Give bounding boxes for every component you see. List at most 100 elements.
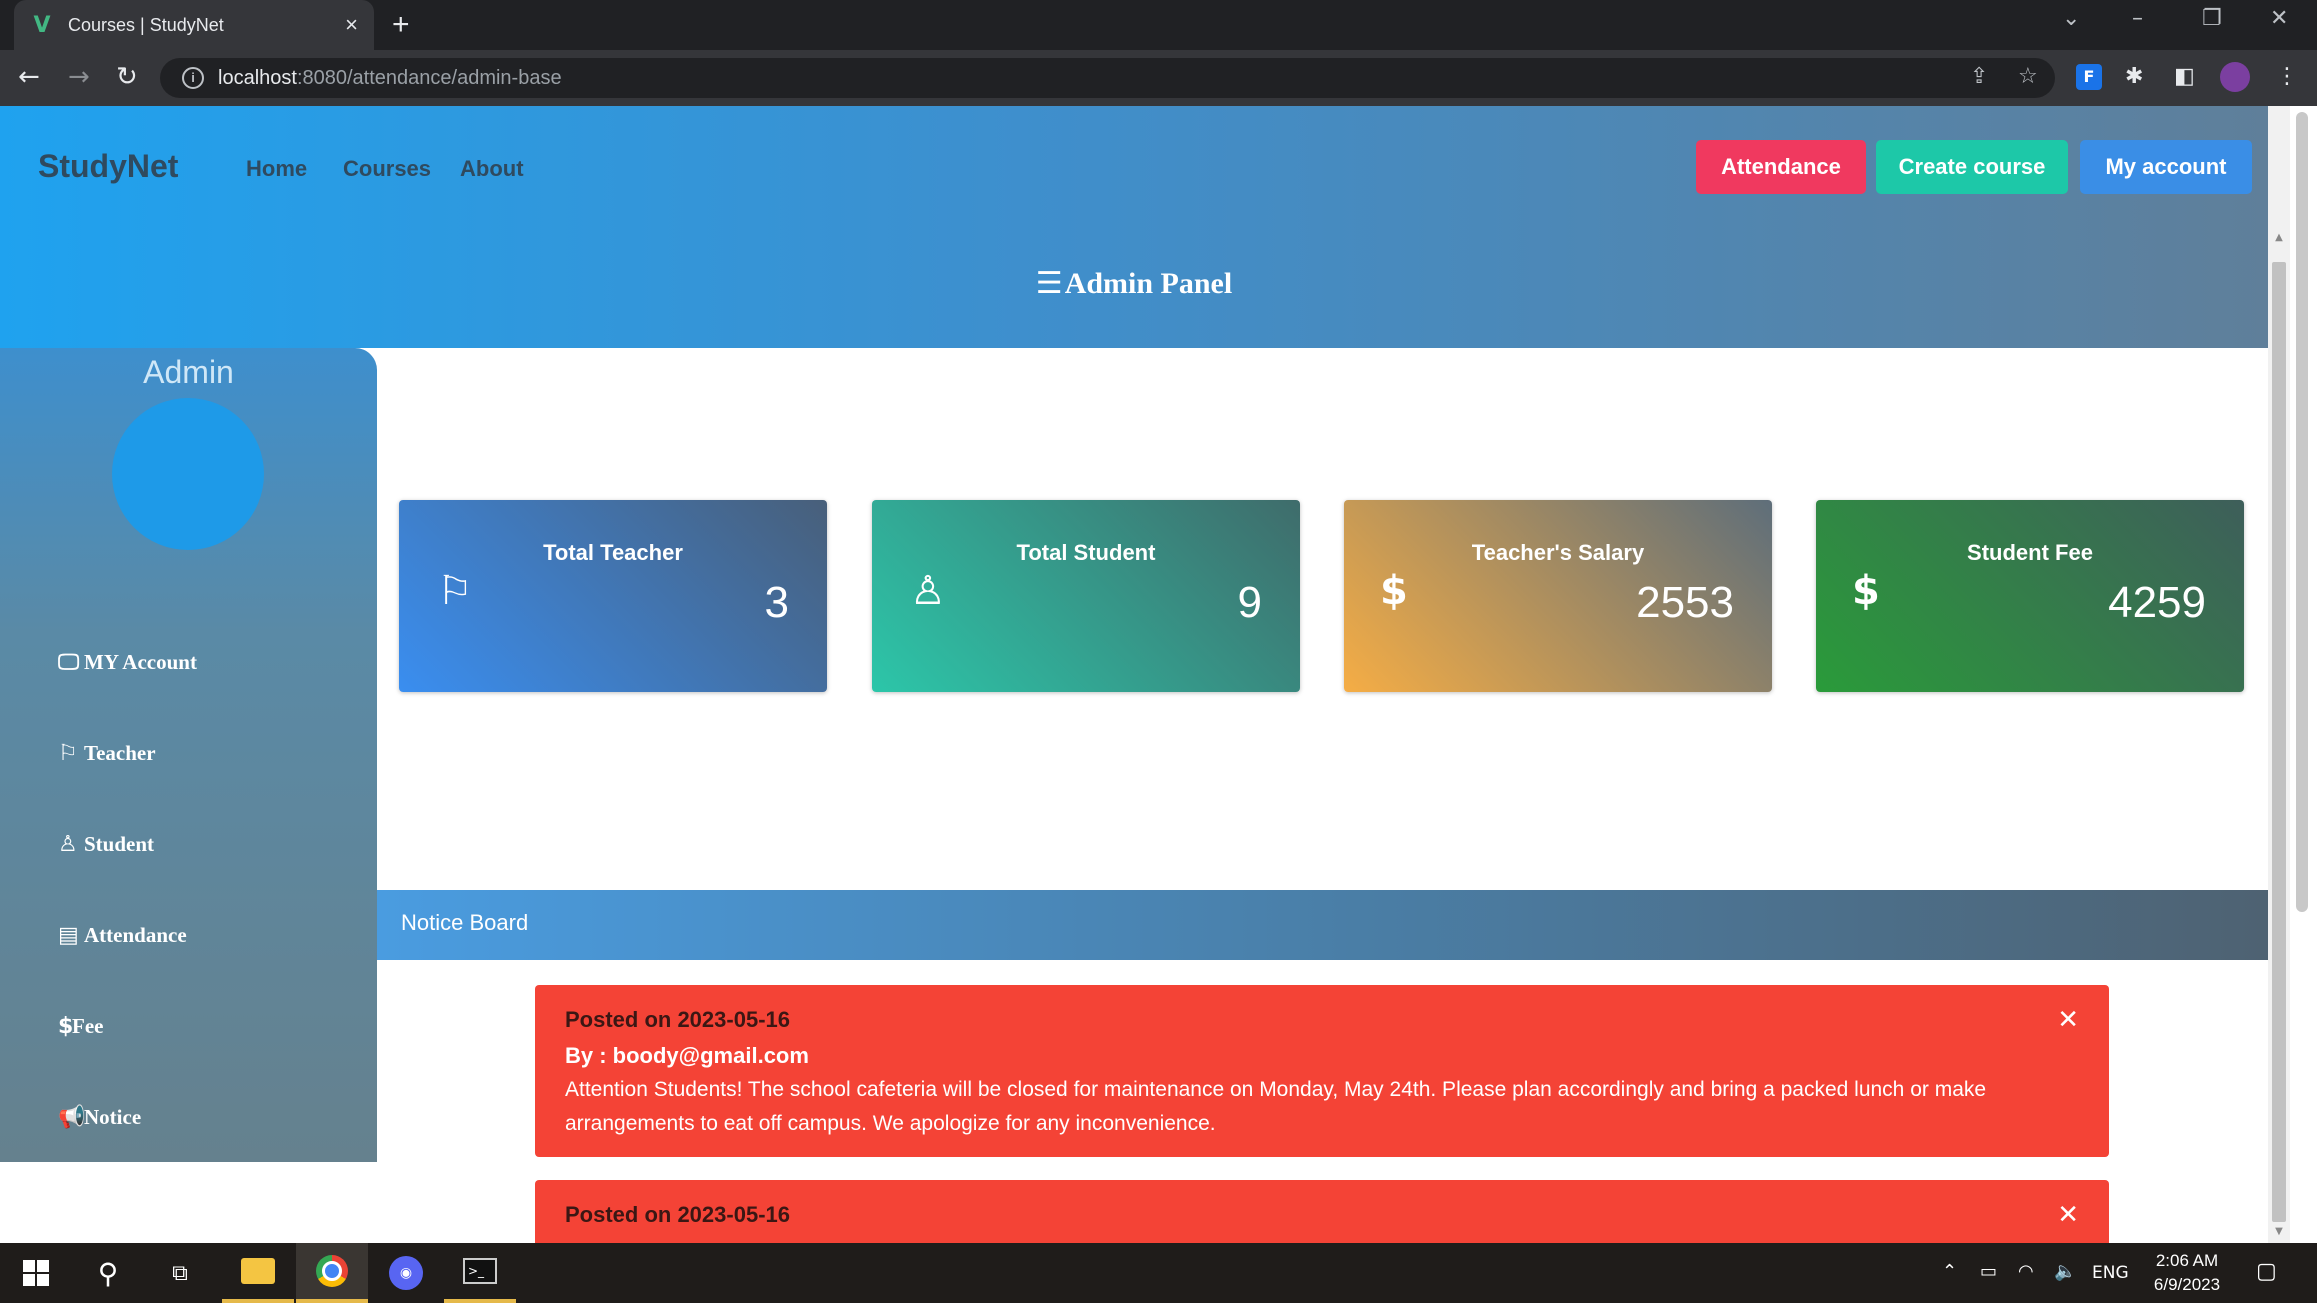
notice-board-header: Notice Board [377, 890, 2268, 960]
notice-author: By : boody@gmail.com [565, 1043, 809, 1068]
tray-overflow-chevron-icon[interactable]: ⌃ [1942, 1261, 1957, 1282]
url-text: localhost:8080/attendance/admin-base [218, 67, 562, 90]
clock-date: 6/9/2023 [2153, 1275, 2221, 1294]
system-clock[interactable]: 2:06 AM 6/9/2023 [2132, 1249, 2242, 1297]
sidebar-item-label: Notice [84, 1105, 142, 1129]
card-value: 9 [1237, 578, 1262, 627]
notice-board-title: Notice Board [401, 910, 529, 935]
windows-logo-icon [23, 1260, 49, 1286]
nav-about[interactable]: About [460, 156, 524, 182]
outer-scrollbar-thumb[interactable] [2296, 112, 2308, 912]
dollar-icon: $ [58, 1014, 74, 1039]
close-icon[interactable]: ✕ [2057, 1005, 2079, 1035]
language-indicator[interactable]: ENG [2092, 1263, 2129, 1283]
create-course-button[interactable]: Create course [1876, 140, 2068, 194]
stat-card-teacher-salary[interactable]: Teacher's Salary $ 2553 [1344, 500, 1772, 692]
share-icon[interactable]: ⇪ [1970, 64, 1988, 89]
teacher-icon: ⚐ [58, 741, 78, 766]
stat-card-total-student[interactable]: Total Student ♙ 9 [872, 500, 1300, 692]
new-tab-icon[interactable]: + [392, 8, 410, 42]
stat-card-student-fee[interactable]: Student Fee $ 4259 [1816, 500, 2244, 692]
volume-icon[interactable]: 🔈 [2054, 1261, 2076, 1282]
sidebar-item-label: Attendance [84, 923, 187, 947]
search-icon[interactable]: ⚲ [72, 1243, 144, 1303]
hamburger-menu-icon[interactable]: ☰ [1036, 266, 1063, 301]
address-bar[interactable]: i localhost:8080/attendance/admin-base ⇪… [160, 58, 2055, 98]
scroll-down-icon[interactable]: ▼ [2272, 1226, 2286, 1237]
card-value: 3 [764, 578, 789, 627]
card-value: 2553 [1636, 578, 1734, 627]
browser-tab-strip: V Courses | StudyNet × + ⌄ – ❐ ✕ [0, 0, 2317, 50]
battery-icon[interactable]: ▭ [1980, 1261, 1997, 1282]
chrome-icon[interactable] [296, 1243, 368, 1303]
close-window-icon[interactable]: ✕ [2270, 6, 2288, 31]
browser-tab[interactable]: V Courses | StudyNet × [14, 0, 374, 50]
notification-center-icon[interactable]: ▢ [2256, 1259, 2277, 1284]
card-title: Total Student [1016, 540, 1156, 565]
scroll-up-icon[interactable]: ▲ [2272, 232, 2286, 243]
file-explorer-icon[interactable] [222, 1243, 294, 1303]
teacher-icon: ⚐ [437, 568, 473, 614]
my-account-button[interactable]: My account [2080, 140, 2252, 194]
megaphone-icon: 📢 [58, 1105, 86, 1130]
tab-title: Courses | StudyNet [68, 14, 224, 35]
start-button[interactable] [0, 1243, 72, 1303]
more-menu-icon[interactable]: ⋮ [2276, 64, 2298, 89]
task-view-icon[interactable]: ⧉ [144, 1243, 216, 1303]
brand-logo[interactable]: StudyNet [38, 148, 178, 185]
extension-f-icon[interactable]: F [2076, 64, 2102, 90]
profile-avatar-icon[interactable] [2220, 62, 2250, 92]
sidebar-item-teacher[interactable]: ⚐ Teacher [58, 741, 156, 766]
student-icon: ♙ [58, 832, 78, 857]
terminal-icon[interactable]: >_ [444, 1243, 516, 1303]
inner-scrollbar-thumb[interactable] [2272, 262, 2286, 1222]
sidebar-item-label: Fee [72, 1014, 104, 1038]
sidebar-item-notice[interactable]: 📢 Notice [58, 1105, 141, 1130]
notice-card: Posted on 2023-05-16 By : boody@gmail.co… [535, 985, 2109, 1157]
sidebar-item-attendance[interactable]: ▤ Attendance [58, 923, 187, 948]
browser-toolbar: ← → ↻ i localhost:8080/attendance/admin-… [0, 50, 2317, 106]
url-path: :8080/attendance/admin-base [296, 66, 562, 89]
close-tab-icon[interactable]: × [345, 12, 358, 38]
sidebar-item-label: Teacher [84, 741, 156, 765]
discord-icon[interactable]: ◉ [370, 1243, 442, 1303]
admin-panel-label: Admin Panel [1064, 267, 1233, 300]
clock-time: 2:06 AM [2155, 1251, 2219, 1270]
nav-courses[interactable]: Courses [343, 156, 431, 182]
site-header: StudyNet Home Courses About Attendance C… [0, 106, 2268, 348]
bookmark-star-icon[interactable]: ☆ [2018, 64, 2038, 89]
card-value: 4259 [2108, 578, 2206, 627]
monitor-icon: 🖵 [58, 650, 80, 675]
card-title: Student Fee [1967, 540, 2093, 565]
sidebar-item-label: MY Account [84, 650, 197, 674]
sidebar-item-label: Student [84, 832, 155, 856]
wifi-icon[interactable]: ◠ [2018, 1261, 2034, 1282]
notice-card: Posted on 2023-05-16 ✕ [535, 1180, 2109, 1243]
url-host: localhost [218, 66, 297, 89]
extensions-puzzle-icon[interactable]: ✱ [2125, 64, 2143, 89]
forward-icon[interactable]: → [68, 62, 90, 92]
dollar-icon: $ [1380, 568, 1408, 614]
sidebar-item-fee[interactable]: $ Fee [58, 1014, 103, 1039]
vue-favicon-icon: V [33, 12, 51, 38]
reload-icon[interactable]: ↻ [116, 62, 138, 92]
admin-panel-title[interactable]: ☰Admin Panel [0, 266, 2268, 301]
card-title: Total Teacher [543, 540, 683, 565]
sidebar-item-my-account[interactable]: 🖵 MY Account [58, 650, 197, 675]
close-icon[interactable]: ✕ [2057, 1200, 2079, 1230]
attendance-button[interactable]: Attendance [1696, 140, 1866, 194]
site-info-icon[interactable]: i [182, 67, 204, 89]
stat-card-total-teacher[interactable]: Total Teacher ⚐ 3 [399, 500, 827, 692]
admin-sidebar: Admin 🖵 MY Account ⚐ Teacher ♙ Student ▤ Att… [0, 348, 377, 1162]
dollar-icon: $ [1852, 568, 1880, 614]
minimize-icon[interactable]: – [2132, 6, 2143, 31]
restore-icon[interactable]: ❐ [2202, 6, 2222, 31]
back-icon[interactable]: ← [18, 62, 40, 92]
nav-home[interactable]: Home [246, 156, 307, 182]
notice-date: Posted on 2023-05-16 [565, 1202, 790, 1227]
admin-avatar [112, 398, 264, 550]
sidebar-item-student[interactable]: ♙ Student [58, 832, 154, 857]
tab-search-chevron-icon[interactable]: ⌄ [2062, 6, 2080, 31]
side-panel-icon[interactable]: ◧ [2174, 64, 2195, 89]
notice-text: Attention Students! The school cafeteria… [565, 1078, 1987, 1135]
